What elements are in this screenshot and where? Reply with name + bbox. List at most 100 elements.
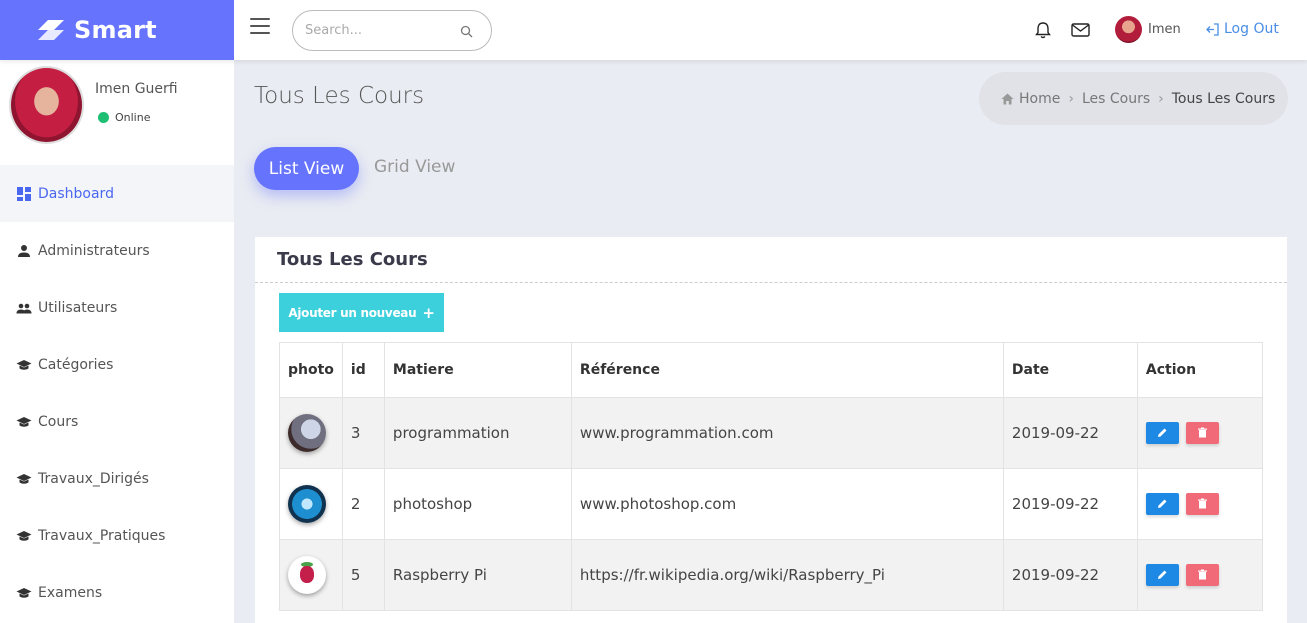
id-cell: 5 [341, 539, 385, 611]
online-dot-icon [98, 112, 109, 123]
hamburger-line [250, 18, 270, 20]
reference-cell: https://fr.wikipedia.org/wiki/Raspberry_… [570, 539, 1004, 611]
chevron-right-icon: › [1158, 90, 1164, 107]
course-thumbnail [288, 414, 326, 452]
table-row: 2 photoshop www.photoshop.com 2019-09-22 [279, 468, 1264, 540]
brand-logo-icon [38, 20, 64, 40]
column-header-date[interactable]: Date [1002, 342, 1138, 398]
photo-cell [279, 397, 343, 469]
edit-button[interactable] [1145, 564, 1179, 586]
hamburger-line [250, 32, 270, 34]
column-header-matiere[interactable]: Matiere [383, 342, 572, 398]
date-cell: 2019-09-22 [1002, 468, 1138, 540]
reference-cell: www.programmation.com [570, 397, 1004, 469]
user-menu[interactable]: Imen [1115, 16, 1181, 43]
logout-button[interactable]: Log Out [1205, 21, 1279, 37]
search-icon[interactable] [460, 25, 473, 38]
breadcrumb: Home › Les Cours › Tous Les Cours [979, 72, 1288, 125]
home-icon [1001, 93, 1014, 104]
sidebar-item-label: Catégories [38, 356, 114, 373]
course-thumbnail [288, 485, 326, 523]
matiere-cell: programmation [383, 397, 572, 469]
sidebar-item-label: Travaux_Dirigés [38, 470, 149, 487]
person-icon [18, 244, 30, 257]
date-cell: 2019-09-22 [1002, 539, 1138, 611]
grid-view-button[interactable]: Grid View [374, 157, 455, 177]
sidebar-item-administrateurs[interactable]: Administrateurs [0, 222, 234, 279]
people-icon [16, 303, 32, 313]
delete-button[interactable] [1185, 422, 1219, 444]
courses-table: photo id Matiere Référence Date Action 3… [279, 342, 1264, 611]
reference-cell: www.photoshop.com [570, 468, 1004, 540]
trash-icon [1197, 498, 1207, 509]
id-cell: 2 [341, 468, 385, 540]
mail-icon[interactable] [1071, 22, 1090, 38]
sidebar-item-label: Administrateurs [38, 242, 150, 259]
sidebar-item-utilisateurs[interactable]: Utilisateurs [0, 279, 234, 336]
sidebar-item-dashboard[interactable]: Dashboard [0, 165, 234, 222]
top-bar: Smart Imen Log Out [0, 0, 1307, 60]
graduation-cap-icon [16, 587, 32, 598]
breadcrumb-home-link[interactable]: Home [1019, 91, 1060, 107]
sidebar-profile: Imen Guerfi Online [0, 60, 234, 165]
photo-cell [279, 539, 343, 611]
sidebar: Imen Guerfi Online Dashboard Administrat… [0, 60, 234, 623]
divider [255, 282, 1287, 283]
card-title: Tous Les Cours [277, 249, 428, 270]
courses-card: Tous Les Cours Ajouter un nouveau + phot… [255, 237, 1287, 623]
date-cell: 2019-09-22 [1002, 397, 1138, 469]
add-new-button[interactable]: Ajouter un nouveau + [279, 293, 444, 332]
column-header-action[interactable]: Action [1136, 342, 1264, 398]
sidebar-item-travaux-diriges[interactable]: Travaux_Dirigés [0, 450, 234, 507]
sidebar-item-label: Utilisateurs [38, 299, 118, 316]
edit-button[interactable] [1145, 422, 1179, 444]
table-row: 3 programmation www.programmation.com 20… [279, 397, 1264, 469]
photo-cell [279, 468, 343, 540]
pencil-icon [1157, 499, 1167, 508]
column-header-photo[interactable]: photo [279, 342, 343, 398]
table-header-row: photo id Matiere Référence Date Action [279, 342, 1264, 398]
sidebar-item-label: Travaux_Pratiques [38, 527, 166, 544]
graduation-cap-icon [16, 416, 32, 427]
profile-avatar [9, 66, 84, 144]
pencil-icon [1157, 570, 1167, 579]
delete-button[interactable] [1185, 493, 1219, 515]
delete-button[interactable] [1185, 564, 1219, 586]
user-name: Imen [1148, 22, 1181, 37]
list-view-button[interactable]: List View [254, 147, 359, 190]
menu-toggle-button[interactable] [250, 18, 270, 36]
brand-name: Smart [74, 16, 157, 44]
breadcrumb-section-link[interactable]: Les Cours [1082, 91, 1150, 107]
chevron-right-icon: › [1068, 90, 1074, 107]
action-cell [1136, 468, 1264, 540]
sidebar-item-label: Dashboard [38, 185, 114, 202]
page-title: Tous Les Cours [254, 83, 425, 109]
sidebar-item-examens[interactable]: Examens [0, 564, 234, 621]
sidebar-item-categories[interactable]: Catégories [0, 336, 234, 393]
sidebar-item-travaux-pratiques[interactable]: Travaux_Pratiques [0, 507, 234, 564]
course-thumbnail [288, 556, 326, 594]
avatar [1115, 16, 1142, 43]
edit-button[interactable] [1145, 493, 1179, 515]
pencil-icon [1157, 428, 1167, 437]
matiere-cell: photoshop [383, 468, 572, 540]
bell-icon[interactable] [1034, 21, 1052, 39]
graduation-cap-icon [16, 530, 32, 541]
add-new-label: Ajouter un nouveau [288, 305, 417, 320]
column-header-id[interactable]: id [341, 342, 385, 398]
table-row: 5 Raspberry Pi https://fr.wikipedia.org/… [279, 539, 1264, 611]
status-badge: Online [98, 111, 150, 124]
brand[interactable]: Smart [0, 0, 234, 60]
graduation-cap-icon [16, 359, 32, 370]
id-cell: 3 [341, 397, 385, 469]
trash-icon [1197, 427, 1207, 438]
search-input[interactable] [305, 23, 455, 38]
search-box [292, 10, 492, 51]
hamburger-line [250, 25, 270, 27]
action-cell [1136, 539, 1264, 611]
profile-name: Imen Guerfi [95, 81, 178, 97]
column-header-reference[interactable]: Référence [570, 342, 1004, 398]
graduation-cap-icon [16, 473, 32, 484]
action-cell [1136, 397, 1264, 469]
sidebar-item-cours[interactable]: Cours [0, 393, 234, 450]
